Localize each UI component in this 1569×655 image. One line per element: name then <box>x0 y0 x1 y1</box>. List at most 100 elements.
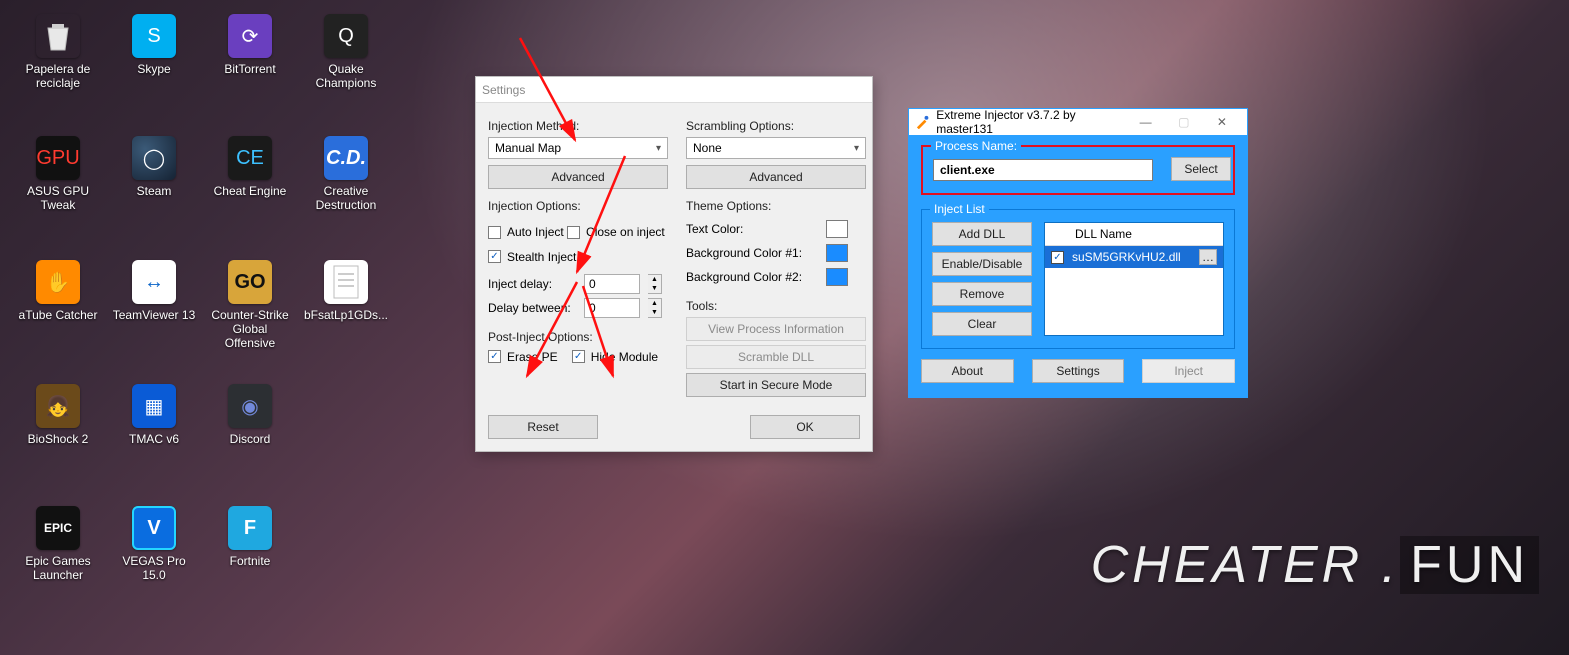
advanced-button-right[interactable]: Advanced <box>686 165 866 189</box>
inject-list-label: Inject List <box>930 202 989 216</box>
inject-delay-spinner[interactable]: ▲▼ <box>648 274 662 294</box>
cheat-engine-icon: CE <box>228 136 272 180</box>
process-name-input[interactable]: client.exe <box>933 159 1153 181</box>
checkbox-icon: ✓ <box>488 250 501 263</box>
inject-button: Inject <box>1142 359 1235 383</box>
delay-between-input[interactable]: 0 <box>584 298 640 318</box>
desktop: Papelera de reciclaje S Skype ⟳ BitTorre… <box>0 0 400 655</box>
stealth-inject-checkbox[interactable]: ✓ Stealth Inject <box>488 248 576 266</box>
injection-options-label: Injection Options: <box>488 199 668 213</box>
injector-window: Extreme Injector v3.7.2 by master131 — ▢… <box>908 108 1248 398</box>
injection-method-label: Injection Method: <box>488 119 668 133</box>
scrambling-label: Scrambling Options: <box>686 119 866 133</box>
injector-titlebar[interactable]: Extreme Injector v3.7.2 by master131 — ▢… <box>909 109 1247 135</box>
desktop-icon-asus-gpu-tweak[interactable]: GPU ASUS GPU Tweak <box>14 136 102 212</box>
inject-delay-input[interactable]: 0 <box>584 274 640 294</box>
textfile-icon <box>324 260 368 304</box>
settings-titlebar[interactable]: Settings <box>476 77 872 103</box>
dll-more-button[interactable]: … <box>1199 249 1217 265</box>
bg2-label: Background Color #2: <box>686 270 818 284</box>
desktop-icon-creative-destruction[interactable]: C.D. Creative Destruction <box>302 136 390 212</box>
dll-list-header: DLL Name <box>1045 223 1223 246</box>
asus-gpu-tweak-icon: GPU <box>36 136 80 180</box>
vegas-icon: V <box>132 506 176 550</box>
bioshock2-icon: 👧 <box>36 384 80 428</box>
bg1-color-picker[interactable] <box>826 244 848 262</box>
settings-button[interactable]: Settings <box>1032 359 1125 383</box>
post-inject-label: Post-Inject Options: <box>488 330 668 344</box>
dll-list[interactable]: DLL Name ✓ suSM5GRKvHU2.dll … <box>1044 222 1224 336</box>
ok-button[interactable]: OK <box>750 415 860 439</box>
desktop-icon-vegas-pro[interactable]: V VEGAS Pro 15.0 <box>110 506 198 582</box>
desktop-icon-atube-catcher[interactable]: ✋ aTube Catcher <box>14 260 102 322</box>
quake-icon: Q <box>324 14 368 58</box>
recycle-bin-icon <box>36 14 80 58</box>
inject-list-panel: Inject List Add DLL Enable/Disable Remov… <box>921 209 1235 349</box>
injector-title: Extreme Injector v3.7.2 by master131 <box>936 108 1126 136</box>
desktop-icon-epic-games[interactable]: EPIC Epic Games Launcher <box>14 506 102 582</box>
reset-button[interactable]: Reset <box>488 415 598 439</box>
dll-name: suSM5GRKvHU2.dll <box>1072 250 1181 264</box>
checkbox-icon <box>488 226 501 239</box>
desktop-icon-quake-champions[interactable]: Q Quake Champions <box>302 14 390 90</box>
remove-button[interactable]: Remove <box>932 282 1032 306</box>
scrambling-select[interactable]: None ▾ <box>686 137 866 159</box>
close-on-inject-checkbox[interactable]: Close on inject <box>567 223 665 241</box>
desktop-icon-textfile[interactable]: bFsatLp1GDs... <box>302 260 390 322</box>
checkbox-icon[interactable]: ✓ <box>1051 251 1064 264</box>
hide-module-checkbox[interactable]: ✓ Hide Module <box>572 348 658 366</box>
skype-icon: S <box>132 14 176 58</box>
fortnite-icon: F <box>228 506 272 550</box>
minimize-button[interactable]: — <box>1127 111 1165 133</box>
clear-button[interactable]: Clear <box>932 312 1032 336</box>
settings-window: Settings Injection Method: Manual Map ▾ … <box>475 76 873 452</box>
chevron-down-icon: ▾ <box>854 143 859 154</box>
desktop-icon-csgo[interactable]: GO Counter-Strike Global Offensive <box>206 260 294 350</box>
delay-between-label: Delay between: <box>488 301 576 315</box>
process-name-label: Process Name: <box>931 139 1021 153</box>
injector-app-icon <box>915 114 930 130</box>
settings-title: Settings <box>482 83 866 97</box>
checkbox-icon: ✓ <box>572 350 585 363</box>
text-color-picker[interactable] <box>826 220 848 238</box>
tools-label: Tools: <box>686 299 866 313</box>
erase-pe-checkbox[interactable]: ✓ Erase PE <box>488 348 558 366</box>
teamviewer-icon: ↔ <box>132 260 176 304</box>
cd-icon: C.D. <box>324 136 368 180</box>
desktop-icon-discord[interactable]: ◉ Discord <box>206 384 294 446</box>
desktop-icon-fortnite[interactable]: F Fortnite <box>206 506 294 568</box>
atube-icon: ✋ <box>36 260 80 304</box>
desktop-icon-bioshock2[interactable]: 👧 BioShock 2 <box>14 384 102 446</box>
injection-method-select[interactable]: Manual Map ▾ <box>488 137 668 159</box>
desktop-icon-steam[interactable]: ◯ Steam <box>110 136 198 198</box>
select-button[interactable]: Select <box>1171 157 1231 181</box>
delay-between-spinner[interactable]: ▲▼ <box>648 298 662 318</box>
watermark: CHEATER .FUN <box>1091 535 1539 595</box>
chevron-down-icon: ▾ <box>656 143 661 154</box>
desktop-icon-bittorrent[interactable]: ⟳ BitTorrent <box>206 14 294 76</box>
desktop-icon-tmac[interactable]: ▦ TMAC v6 <box>110 384 198 446</box>
dll-list-row[interactable]: ✓ suSM5GRKvHU2.dll … <box>1045 246 1223 268</box>
discord-icon: ◉ <box>228 384 272 428</box>
desktop-icon-recycle-bin[interactable]: Papelera de reciclaje <box>14 14 102 90</box>
desktop-icon-teamviewer[interactable]: ↔ TeamViewer 13 <box>110 260 198 322</box>
checkbox-icon <box>567 226 580 239</box>
desktop-icon-skype[interactable]: S Skype <box>110 14 198 76</box>
maximize-button[interactable]: ▢ <box>1165 111 1203 133</box>
bg2-color-picker[interactable] <box>826 268 848 286</box>
desktop-icon-cheat-engine[interactable]: CE Cheat Engine <box>206 136 294 198</box>
advanced-button-left[interactable]: Advanced <box>488 165 668 189</box>
checkbox-icon: ✓ <box>488 350 501 363</box>
view-proc-button: View Process Information <box>686 317 866 341</box>
enable-disable-button[interactable]: Enable/Disable <box>932 252 1032 276</box>
auto-inject-checkbox[interactable]: Auto Inject <box>488 223 564 241</box>
scramble-dll-button: Scramble DLL <box>686 345 866 369</box>
add-dll-button[interactable]: Add DLL <box>932 222 1032 246</box>
secure-mode-button[interactable]: Start in Secure Mode <box>686 373 866 397</box>
close-button[interactable]: ✕ <box>1203 111 1241 133</box>
inject-delay-label: Inject delay: <box>488 277 576 291</box>
theme-options-label: Theme Options: <box>686 199 866 213</box>
about-button[interactable]: About <box>921 359 1014 383</box>
text-color-label: Text Color: <box>686 222 818 236</box>
bittorrent-icon: ⟳ <box>228 14 272 58</box>
